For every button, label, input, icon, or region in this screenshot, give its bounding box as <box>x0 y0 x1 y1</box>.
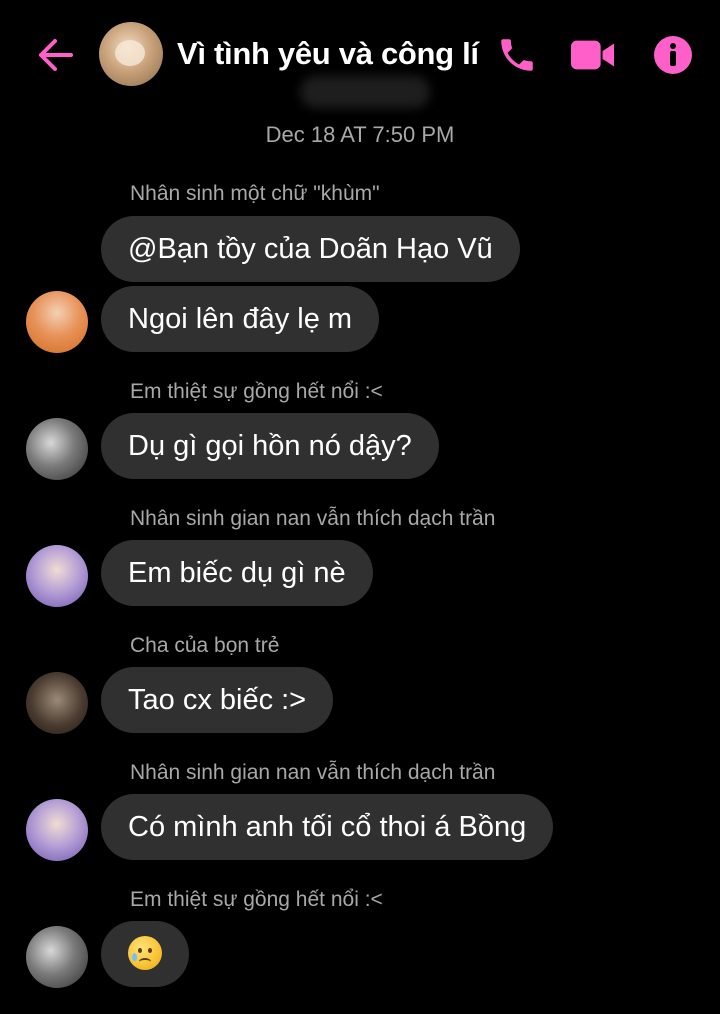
message-bubble[interactable]: Ngoi lên đây lẹ m <box>101 286 380 352</box>
sender-avatar[interactable] <box>26 545 88 607</box>
phone-icon <box>501 39 533 71</box>
call-button[interactable] <box>495 33 539 77</box>
message-bubble[interactable]: Dụ gì gọi hồn nó dậy? <box>101 413 439 479</box>
message-timestamp: Dec 18 AT 7:50 PM <box>265 122 455 147</box>
chat-screen: Vì tình yêu và công lí Dec 18 AT 7:50 PM… <box>0 0 720 1014</box>
info-icon <box>654 36 692 74</box>
sender-name: Em thiệt sự gồng hết nổi :< <box>130 380 383 403</box>
back-button[interactable] <box>33 33 77 77</box>
emoji-message-bubble[interactable] <box>101 921 189 987</box>
group-avatar[interactable] <box>99 22 163 86</box>
sender-name: Nhân sinh gian nan vẫn thích dạch trần <box>130 507 496 530</box>
sender-avatar[interactable] <box>26 926 88 988</box>
chat-header: Vì tình yêu và công lí <box>0 0 720 110</box>
message-bubble[interactable]: Có mình anh tối cổ thoi á Bồng <box>101 794 554 860</box>
sender-name: Nhân sinh gian nan vẫn thích dạch trần <box>130 761 496 784</box>
video-camera-icon <box>571 40 615 70</box>
sender-name: Nhân sinh một chữ "khùm" <box>130 182 380 205</box>
message-bubble[interactable]: Em biếc dụ gì nè <box>101 540 373 606</box>
sender-name: Cha của bọn trẻ <box>130 634 280 657</box>
sender-avatar[interactable] <box>26 799 88 861</box>
back-arrow-icon <box>39 39 73 71</box>
sender-avatar[interactable] <box>26 418 88 480</box>
sender-name: Em thiệt sự gồng hết nổi :< <box>130 888 383 911</box>
sad-tear-emoji-icon <box>128 936 162 971</box>
chat-title[interactable]: Vì tình yêu và công lí <box>177 36 479 72</box>
sender-avatar[interactable] <box>26 291 88 353</box>
message-bubble[interactable]: @Bạn tồy của Doãn Hạo Vũ <box>101 216 520 282</box>
redacted-subtitle <box>300 76 430 108</box>
message-bubble[interactable]: Tao cx biếc :> <box>101 667 334 733</box>
sender-avatar[interactable] <box>26 672 88 734</box>
info-button[interactable] <box>651 33 695 77</box>
video-call-button[interactable] <box>571 33 615 77</box>
